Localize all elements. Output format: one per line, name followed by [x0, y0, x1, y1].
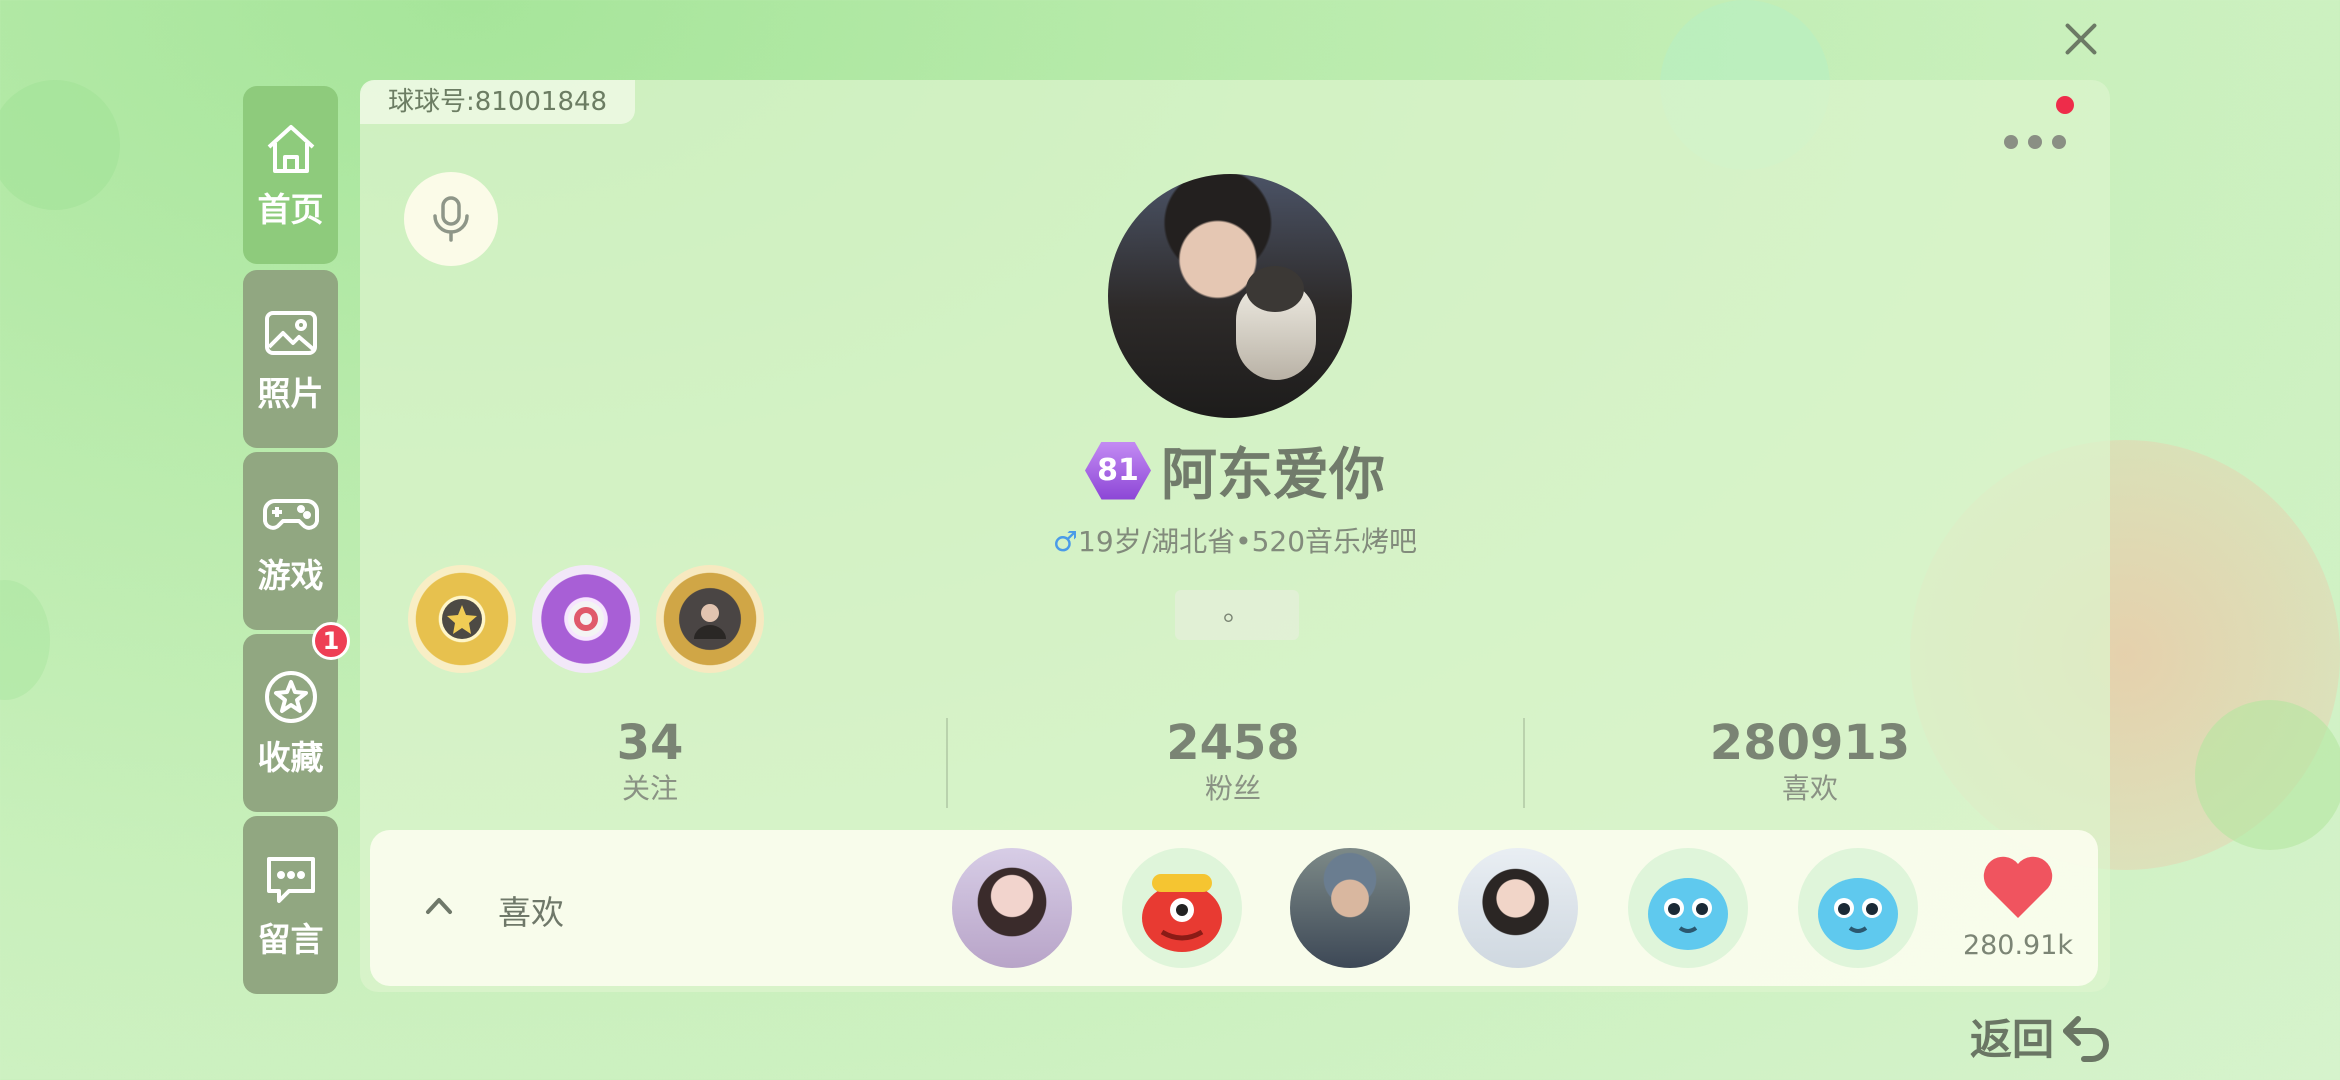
sidebar-item-home[interactable]: 首页: [243, 86, 338, 264]
more-dot: [2028, 135, 2042, 149]
sidebar-item-games[interactable]: 游戏: [243, 452, 338, 630]
photo-icon: [264, 311, 317, 355]
gamepad-icon: [262, 499, 319, 530]
voice-button[interactable]: [404, 172, 498, 266]
liker-avatar[interactable]: [1798, 848, 1918, 968]
user-info-line: ♂19岁/湖北省•520音乐烤吧: [360, 520, 2110, 560]
stat-label: 粉丝: [1204, 772, 1261, 805]
stat-value: 280913: [1709, 715, 1911, 771]
home-icon: [267, 125, 314, 173]
sidebar-item-messages[interactable]: 留言: [243, 816, 338, 994]
sidebar-item-label: 照片: [257, 374, 324, 413]
divider: [1523, 718, 1525, 808]
liker-avatar[interactable]: [1122, 848, 1242, 968]
stat-label: 关注: [621, 772, 678, 805]
name-row: 81 阿东爱你: [360, 430, 2110, 511]
sidebar-item-label: 首页: [257, 190, 324, 229]
medal-purple[interactable]: [532, 565, 640, 673]
medal-gold-star[interactable]: [408, 565, 516, 673]
sidebar-item-label: 收藏: [257, 738, 324, 777]
divider: [946, 718, 948, 808]
sidebar-item-label: 游戏: [257, 556, 324, 595]
more-dot: [2004, 135, 2018, 149]
level-badge[interactable]: 81: [1085, 442, 1151, 500]
signature-text: 。: [1175, 590, 1299, 640]
notification-badge: 1: [312, 622, 350, 660]
red-dot-indicator: [2056, 96, 2074, 114]
microphone-icon: [433, 196, 469, 242]
stat-following[interactable]: 34 关注: [360, 715, 940, 807]
more-dot: [2052, 135, 2066, 149]
back-arrow-icon: [2063, 1015, 2109, 1062]
like-button[interactable]: 280.91k: [1948, 856, 2088, 961]
background-bubble: [0, 580, 50, 700]
profile-panel: 球球号:81001848 81 阿东爱你 ♂19岁/湖北省•520音乐烤吧 。 …: [360, 80, 2110, 992]
medal-avatar-frame[interactable]: [656, 565, 764, 673]
star-medal-icon: [442, 599, 482, 639]
likes-bar: 喜欢 280.91k: [370, 830, 2098, 986]
liker-avatar[interactable]: [1458, 848, 1578, 968]
portrait-medal-icon: [694, 604, 726, 639]
profile-avatar[interactable]: [1108, 174, 1352, 418]
more-options-button[interactable]: [2004, 122, 2074, 162]
blue-mascot-icon: [1648, 878, 1728, 950]
stat-fans[interactable]: 2458 粉丝: [943, 715, 1523, 807]
red-monster-icon: [1142, 874, 1222, 952]
background-bubble: [0, 80, 120, 210]
likes-label: 喜欢: [498, 893, 564, 932]
liker-avatar[interactable]: [1628, 848, 1748, 968]
chevron-up-icon[interactable]: [422, 888, 456, 922]
liker-avatar[interactable]: [1290, 848, 1410, 968]
message-icon: [266, 857, 315, 903]
target-medal-icon: [568, 601, 604, 637]
star-icon: [264, 671, 317, 723]
stat-likes[interactable]: 280913 喜欢: [1520, 715, 2100, 807]
background-bubble: [2195, 700, 2340, 850]
sidebar-item-favorites[interactable]: 收藏 1: [243, 622, 350, 812]
user-info-text: 19岁/湖北省•520音乐烤吧: [1078, 525, 1418, 558]
stat-value: 34: [616, 715, 684, 771]
sidebar-item-photos[interactable]: 照片: [243, 270, 338, 448]
close-button[interactable]: [2060, 18, 2102, 60]
level-number: 81: [1097, 453, 1139, 488]
blue-mascot-icon: [1818, 878, 1898, 950]
stats-row: 34 关注 2458 粉丝 280913 喜欢: [360, 715, 2110, 815]
avatar-photo-detail: [1236, 266, 1316, 380]
stat-label: 喜欢: [1781, 772, 1838, 805]
sidebar-item-label: 留言: [257, 920, 324, 959]
back-button[interactable]: 返回: [1970, 1006, 2114, 1067]
nickname: 阿东爱你: [1161, 443, 1385, 508]
male-icon: ♂: [1052, 525, 1079, 558]
liker-avatar[interactable]: [952, 848, 1072, 968]
back-label: 返回: [1970, 1015, 2055, 1064]
likes-total: 280.91k: [1962, 930, 2074, 961]
user-id-label: 球球号:81001848: [360, 80, 636, 124]
heart-icon: [1983, 856, 2053, 918]
stat-value: 2458: [1166, 715, 1300, 771]
